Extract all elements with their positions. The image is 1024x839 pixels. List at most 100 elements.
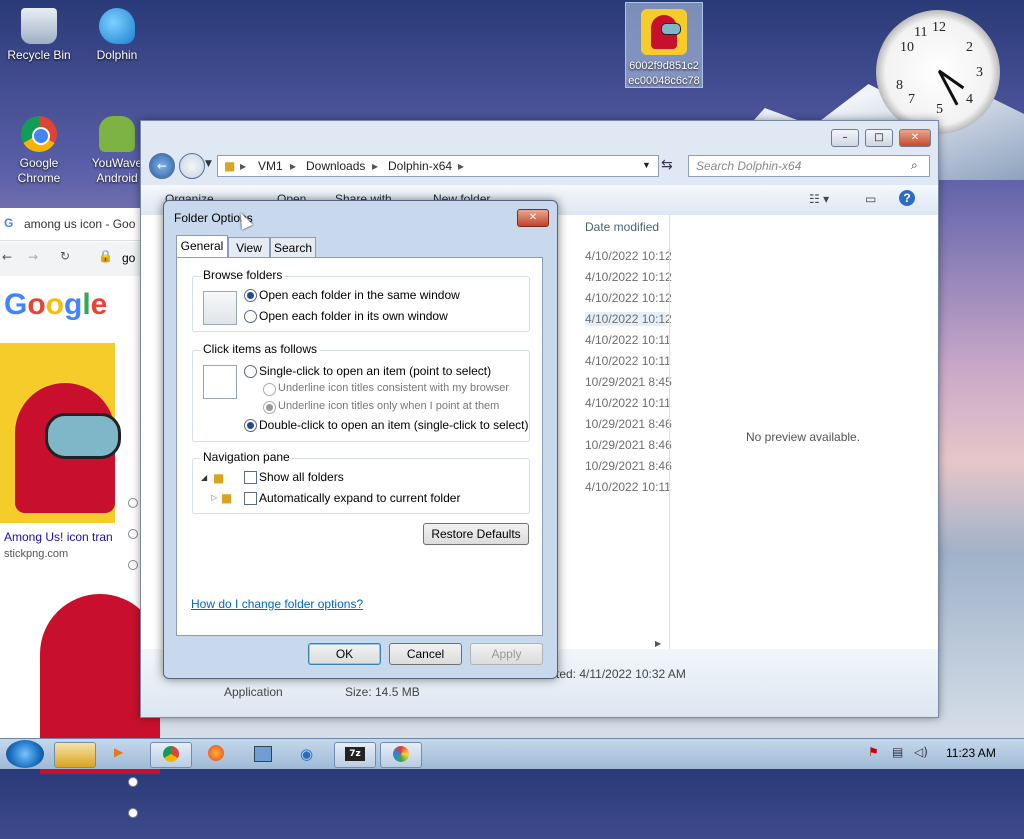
search-result-image[interactable] (0, 343, 121, 523)
7zip-icon: 7z (345, 747, 365, 761)
tab-search[interactable]: Search (270, 237, 316, 258)
minimize-button[interactable]: – (831, 129, 859, 147)
help-icon[interactable]: ? (899, 190, 915, 206)
underline-point-label[interactable]: Underline icon titles only when I point … (278, 400, 499, 412)
search-input[interactable]: Search Dolphin-x64 ⌕ (688, 155, 930, 177)
underline-browser-radio[interactable] (263, 383, 276, 396)
network-icon: ◉ (300, 745, 314, 763)
taskbar-control-panel[interactable] (242, 742, 282, 766)
desktop-icon-dolphin[interactable]: Dolphin (82, 2, 152, 63)
app-icon (393, 746, 409, 762)
dolphin-icon (99, 8, 135, 44)
firefox-icon (208, 745, 224, 761)
desktop-icon-label: YouWave Android (91, 156, 143, 185)
expand-arrow-icon: ◢ (201, 473, 208, 482)
desktop-icon-amongus-file[interactable]: 6002f9d851c2 ec00048c6c78 (625, 2, 703, 88)
breadcrumb-dolphin[interactable]: Dolphin-x64 (388, 159, 452, 173)
general-tab-panel: Browse folders Open each folder in the s… (176, 257, 543, 636)
forward-button[interactable] (179, 153, 205, 179)
taskbar-app[interactable] (380, 742, 422, 768)
recent-pages-chevron-icon[interactable]: ▼ (205, 159, 212, 169)
auto-expand-checkbox[interactable] (244, 492, 257, 505)
file-date: 10/29/2021 8:46 (585, 417, 672, 431)
tab-view[interactable]: View (228, 237, 270, 258)
same-window-label[interactable]: Open each folder in the same window (259, 288, 460, 302)
underline-browser-label[interactable]: Underline icon titles consistent with my… (278, 382, 509, 394)
search-result-source: stickpng.com (4, 548, 69, 560)
file-date: 4/10/2022 10:11 (585, 354, 671, 368)
dialog-close-button[interactable]: ✕ (517, 209, 549, 227)
preview-pane: No preview available. (669, 215, 932, 649)
views-icon[interactable]: ☷ ▾ (809, 192, 829, 206)
back-arrow-icon[interactable]: ← (2, 250, 12, 264)
chrome-url-text: go (122, 251, 136, 265)
chrome-address-bar[interactable]: ← → ↻ 🔒 go (0, 242, 160, 276)
taskbar-7zip[interactable]: 7z (334, 742, 376, 768)
search-result-caption[interactable]: Among Us! icon tran (4, 530, 113, 544)
chrome-icon (163, 746, 179, 762)
double-click-label[interactable]: Double-click to open an item (single-cli… (259, 418, 528, 432)
taskbar-network[interactable]: ◉ (288, 742, 328, 766)
single-click-label[interactable]: Single-click to open an item (point to s… (259, 364, 491, 378)
taskbar-media-player[interactable]: ▶ (102, 742, 142, 766)
media-player-icon: ▶ (114, 745, 124, 759)
google-g-icon: G (4, 216, 14, 230)
desktop-icon-recycle-bin[interactable]: Recycle Bin (4, 2, 74, 63)
file-date: 4/10/2022 10:11 (585, 480, 671, 494)
own-window-label[interactable]: Open each folder in its own window (259, 309, 448, 323)
desktop-icon-chrome[interactable]: Google Chrome (4, 110, 74, 186)
search-icon: ⌕ (911, 158, 918, 172)
taskbar-firefox[interactable] (196, 742, 236, 766)
single-click-radio[interactable] (244, 365, 257, 378)
google-logo: Google (4, 288, 108, 321)
file-date: 4/10/2022 10:12 (585, 291, 672, 305)
address-bar[interactable]: ■ ▸ VM1 ▸ Downloads ▸ Dolphin-x64 ▸ ▼ (217, 155, 659, 177)
group-title: Navigation pane (201, 450, 292, 464)
group-title: Click items as follows (201, 342, 320, 356)
back-button[interactable]: ← (149, 153, 175, 179)
details-size: Size: 14.5 MB (345, 685, 420, 699)
apply-button[interactable]: Apply (470, 643, 543, 665)
restore-defaults-button[interactable]: Restore Defaults (423, 523, 529, 545)
taskbar-explorer[interactable] (54, 742, 96, 768)
own-window-radio[interactable] (244, 310, 257, 323)
forward-arrow-icon[interactable]: → (28, 250, 38, 264)
tab-general[interactable]: General (176, 235, 228, 259)
action-center-icon[interactable]: ⚑ (868, 745, 879, 759)
column-header-date-modified[interactable]: Date modified (585, 220, 659, 234)
volume-icon[interactable]: ◁) (914, 745, 928, 759)
reload-icon[interactable]: ↻ (60, 249, 70, 263)
cancel-button[interactable]: Cancel (389, 643, 462, 665)
ok-button[interactable]: OK (308, 643, 381, 665)
breadcrumb-downloads[interactable]: Downloads (306, 159, 365, 173)
show-all-folders-checkbox[interactable] (244, 471, 257, 484)
taskbar-chrome[interactable] (150, 742, 192, 768)
file-date: 10/29/2021 8:46 (585, 459, 672, 473)
address-dropdown-icon[interactable]: ▼ (642, 160, 651, 170)
collapse-arrow-icon: ▷ (211, 493, 218, 502)
chrome-tab[interactable]: G among us icon - Goo (0, 208, 150, 241)
show-all-folders-label[interactable]: Show all folders (259, 470, 344, 484)
folder-options-dialog: Folder Options ✕ General View Search Bro… (163, 200, 558, 679)
desktop-icon-label: 6002f9d851c2 ec00048c6c78 (628, 60, 700, 87)
desktop-icon-label: Dolphin (96, 48, 138, 62)
file-date: 10/29/2021 8:45 (585, 375, 672, 389)
network-tray-icon[interactable]: ▤ (892, 745, 903, 759)
details-type: Application (224, 685, 283, 699)
maximize-button[interactable]: □ (865, 129, 893, 147)
close-button[interactable]: ✕ (899, 129, 931, 147)
browse-folders-group: Browse folders Open each folder in the s… (192, 268, 530, 332)
scroll-right-icon[interactable]: ▶ (655, 639, 661, 648)
group-title: Browse folders (201, 268, 285, 282)
start-button[interactable] (6, 740, 44, 768)
auto-expand-label[interactable]: Automatically expand to current folder (259, 491, 460, 505)
help-link[interactable]: How do I change folder options? (191, 597, 363, 611)
refresh-icon[interactable]: ⇆ (661, 157, 673, 173)
double-click-radio[interactable] (244, 419, 257, 432)
system-clock[interactable]: 11:23 AM (946, 746, 996, 760)
folder-icon: ■ (224, 159, 236, 173)
preview-pane-icon[interactable]: ▭ (865, 192, 876, 206)
same-window-radio[interactable] (244, 289, 257, 302)
breadcrumb-vm1[interactable]: VM1 (258, 159, 283, 173)
underline-point-radio[interactable] (263, 401, 276, 414)
